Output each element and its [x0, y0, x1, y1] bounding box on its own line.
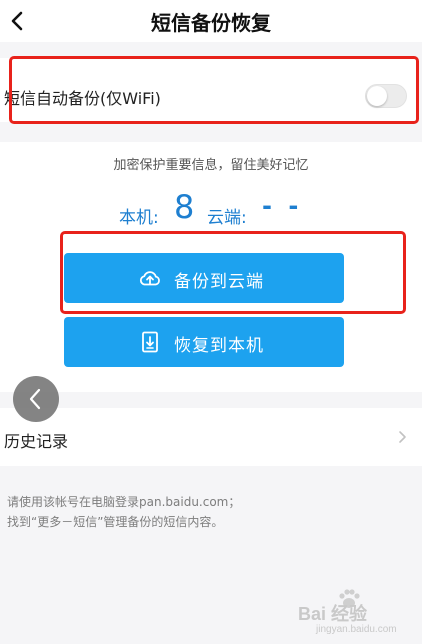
history-label: 历史记录 [4, 432, 69, 451]
cloud-count-value: - - [262, 192, 303, 220]
history-row[interactable]: 历史记录 [0, 408, 422, 466]
restore-to-device-button[interactable]: 恢复到本机 [64, 317, 344, 367]
annotation-box-backup-button [60, 231, 406, 314]
floating-back-button[interactable] [13, 376, 59, 422]
chevron-left-icon [29, 388, 41, 410]
watermark-text: Bai 经验 [298, 604, 368, 624]
card-subtitle: 加密保护重要信息，留住美好记忆 [113, 158, 309, 173]
chevron-right-icon [399, 431, 406, 443]
help-note-line-1: 请使用该帐号在电脑登录pan.baidu.com； [7, 495, 241, 509]
baidu-jingyan-watermark: Bai 经验 jingyan.baidu.com [298, 584, 416, 640]
local-count-value: 8 [174, 188, 195, 226]
restore-to-device-label: 恢复到本机 [174, 336, 264, 356]
download-to-device-icon [142, 331, 158, 353]
local-count-label: 本机: [119, 208, 159, 228]
cloud-count-label: 云端: [207, 208, 247, 228]
help-note-line-2: 找到“更多－短信”管理备份的短信内容。 [7, 515, 224, 529]
watermark-url: jingyan.baidu.com [316, 624, 397, 635]
page-title: 短信备份恢复 [151, 11, 271, 35]
annotation-box-auto-backup [9, 56, 419, 124]
